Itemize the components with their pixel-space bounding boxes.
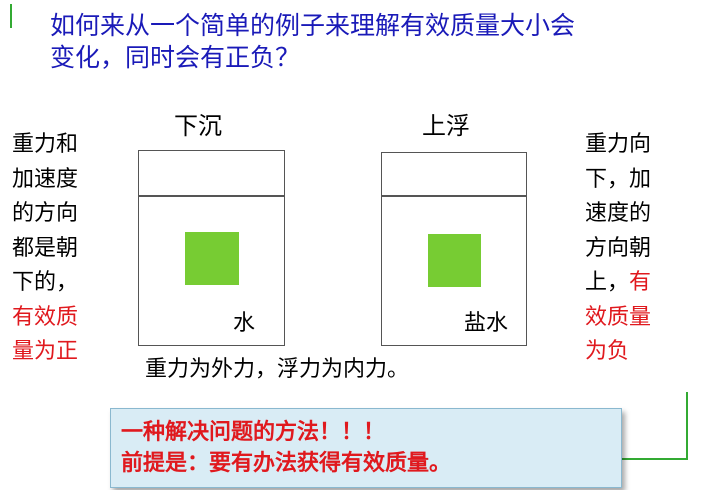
right-line: 速度的: [585, 201, 652, 226]
connector-line-horizontal: [622, 458, 688, 460]
callout-line-1: 一种解决问题的方法！！！: [121, 420, 386, 445]
sink-caption: 下沉: [174, 112, 222, 140]
saltwater-surface-line: [382, 195, 526, 197]
title-line-2: 变化，同时会有正负？: [50, 43, 301, 72]
method-callout: 一种解决问题的方法！！！ 前提是：要有办法获得有效质量。: [110, 408, 622, 488]
slide-title: 如何来从一个简单的例子来理解有效质量大小会 变化，同时会有正负？: [50, 10, 690, 74]
saltwater-label: 盐水: [464, 311, 509, 336]
sinking-block: [185, 232, 239, 285]
force-note: 重力为外力，浮力为内力。: [145, 357, 410, 382]
right-line: 重力向: [585, 132, 652, 157]
right-line-red-part: 有: [629, 270, 652, 295]
left-line-emphasis: 有效质: [12, 304, 79, 330]
title-line-1: 如何来从一个简单的例子来理解有效质量大小会: [50, 11, 576, 40]
left-explanation: 重力和 加速度 的方向 都是朝 下的， 有效质 量为正: [12, 128, 78, 370]
right-explanation: 重力向 下，加 速度的 方向朝 上，有 效质量 为负: [585, 128, 651, 370]
right-line-mixed: 上，有: [585, 266, 651, 301]
connector-line-vertical: [686, 392, 688, 460]
left-line: 重力和: [12, 132, 79, 157]
right-line-normal-part: 上，: [585, 270, 630, 295]
left-line: 下的，: [12, 270, 79, 295]
floating-block: [428, 234, 481, 287]
right-line-emphasis: 为负: [585, 339, 630, 364]
saltwater-beaker: 盐水: [381, 152, 527, 346]
float-caption: 上浮: [422, 112, 470, 140]
left-line: 都是朝: [12, 235, 79, 261]
right-line: 下，加: [585, 166, 652, 192]
right-line-emphasis: 效质量: [585, 304, 652, 330]
water-beaker: 水: [138, 150, 285, 346]
title-accent-bar: [10, 4, 12, 28]
water-label: 水: [233, 311, 256, 336]
left-line-emphasis: 量为正: [12, 339, 79, 364]
callout-line-2: 前提是：要有办法获得有效质量。: [121, 451, 452, 476]
left-line: 加速度: [12, 166, 79, 192]
left-line: 的方向: [12, 201, 79, 226]
water-surface-line: [139, 195, 284, 197]
right-line: 方向朝: [585, 235, 652, 261]
